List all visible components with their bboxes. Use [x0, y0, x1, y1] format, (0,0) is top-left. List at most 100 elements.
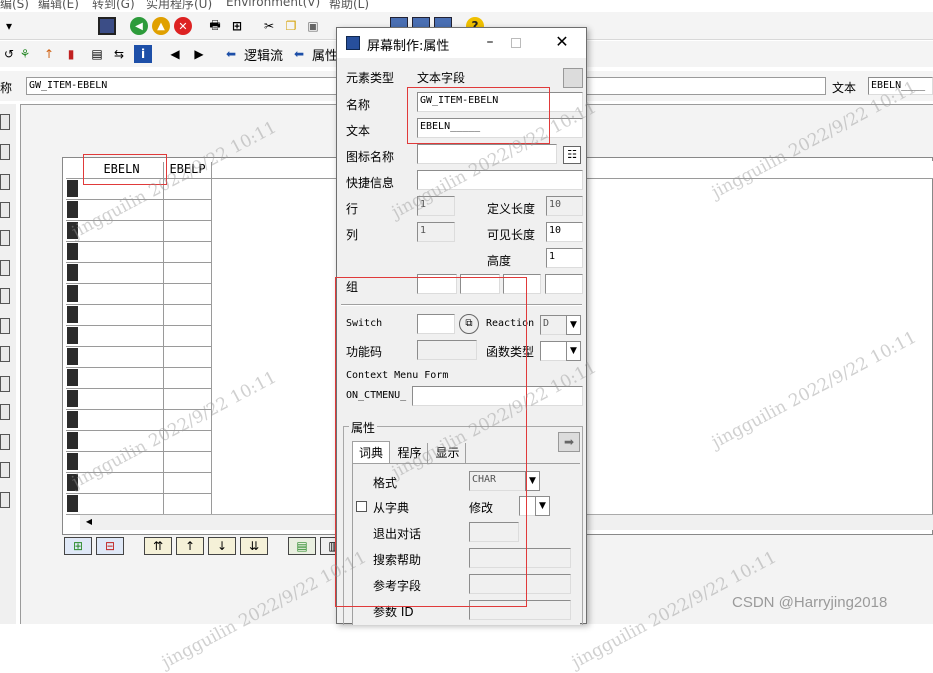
row-selector[interactable] [66, 347, 80, 368]
text-field[interactable]: EBELN____ [868, 77, 933, 95]
format-select[interactable]: CHAR [469, 471, 527, 491]
logic-flow-button[interactable]: 逻辑流 [244, 45, 283, 64]
menu-item-utilities[interactable]: 实用程序(U) [146, 0, 212, 12]
row-selector[interactable] [66, 410, 80, 431]
palette-tabstrip-icon[interactable] [0, 288, 10, 304]
height-input[interactable]: 1 [546, 248, 583, 268]
table-cell-ebeln[interactable] [80, 389, 164, 410]
row-selector[interactable] [66, 305, 80, 326]
delete-row-icon[interactable]: ⊟ [96, 537, 124, 555]
row-selector[interactable] [66, 179, 80, 200]
select-all-icon[interactable]: ▤ [288, 537, 316, 555]
palette-checkbox-icon[interactable] [0, 202, 10, 218]
row-selector[interactable] [66, 242, 80, 263]
transfer-icon[interactable]: ⇆ [110, 45, 128, 63]
table-cell-ebeln[interactable] [80, 242, 164, 263]
function-type-select[interactable] [540, 341, 568, 361]
scroll-left-icon[interactable]: ◀ [82, 517, 96, 529]
table-col-ebeln-header[interactable]: EBELN [80, 162, 164, 179]
menu-item-edit[interactable]: 编辑(E) [38, 0, 79, 12]
table-cell-ebelp[interactable] [164, 221, 212, 242]
group-input-1[interactable] [417, 274, 457, 294]
table-cell-ebelp[interactable] [164, 473, 212, 494]
upload-icon[interactable]: ↑ [40, 45, 58, 63]
palette-radio-icon[interactable] [0, 230, 10, 246]
menu-item-edit-s[interactable]: 编(S) [0, 0, 29, 12]
row-selector[interactable] [66, 368, 80, 389]
icon-name-input[interactable] [417, 144, 557, 164]
cut-icon[interactable]: ✂ [260, 17, 278, 35]
move-up-icon[interactable]: ↑ [176, 537, 204, 555]
screen-icon[interactable]: ▤ [88, 45, 106, 63]
table-col-ebelp-header[interactable]: EBELP [164, 162, 212, 179]
row-selector[interactable] [66, 326, 80, 347]
tab-program[interactable]: 程序 [392, 443, 428, 463]
arrow-left-attr-icon[interactable]: ⬅ [290, 45, 308, 63]
move-top-icon[interactable]: ⇈ [144, 537, 172, 555]
table-cell-ebeln[interactable] [80, 263, 164, 284]
group-input-2[interactable] [460, 274, 500, 294]
ref-field-input[interactable] [469, 574, 571, 594]
table-cell-ebelp[interactable] [164, 242, 212, 263]
row-selector[interactable] [66, 452, 80, 473]
context-menu-input[interactable] [412, 386, 583, 406]
maximize-icon[interactable] [511, 38, 521, 48]
switch-picker-icon[interactable]: ⧉ [459, 314, 479, 334]
format-dropdown-icon[interactable]: ▼ [525, 471, 540, 491]
table-cell-ebelp[interactable] [164, 284, 212, 305]
table-cell-ebeln[interactable] [80, 452, 164, 473]
table-cell-ebelp[interactable] [164, 431, 212, 452]
exit-dialog-input[interactable] [469, 522, 519, 542]
table-cell-ebeln[interactable] [80, 200, 164, 221]
table-cell-ebeln[interactable] [80, 431, 164, 452]
defined-length-input[interactable]: 10 [546, 196, 583, 216]
back-icon[interactable]: ◀ [130, 17, 148, 35]
table-cell-ebelp[interactable] [164, 452, 212, 473]
table-cell-ebeln[interactable] [80, 473, 164, 494]
table-cell-ebeln[interactable] [80, 326, 164, 347]
table-cell-ebeln[interactable] [80, 179, 164, 200]
table-cell-ebelp[interactable] [164, 305, 212, 326]
table-cell-ebelp[interactable] [164, 368, 212, 389]
palette-input-icon[interactable] [0, 174, 10, 190]
tab-scroll-right-icon[interactable]: ➡ [558, 432, 580, 452]
menu-item-goto[interactable]: 转到(G) [92, 0, 135, 12]
paste-icon[interactable]: ▣ [304, 17, 322, 35]
palette-custom-control-icon[interactable] [0, 462, 10, 478]
palette-table-wizard-icon[interactable] [0, 434, 10, 450]
name-input[interactable]: GW_ITEM-EBELN [417, 92, 583, 112]
move-bottom-icon[interactable]: ⇊ [240, 537, 268, 555]
insert-row-icon[interactable]: ⊞ [64, 537, 92, 555]
table-cell-ebeln[interactable] [80, 347, 164, 368]
line-input[interactable]: 1 [417, 196, 455, 216]
column-input[interactable]: 1 [417, 222, 455, 242]
table-cell-ebelp[interactable] [164, 494, 212, 515]
activate-icon[interactable]: ▮ [62, 45, 80, 63]
function-code-input[interactable] [417, 340, 477, 360]
group-input-4[interactable] [545, 274, 583, 294]
palette-tabstrip-wizard-icon[interactable] [0, 318, 10, 334]
table-cell-ebeln[interactable] [80, 410, 164, 431]
info-icon[interactable]: i [134, 45, 152, 63]
table-cell-ebelp[interactable] [164, 389, 212, 410]
reaction-dropdown-icon[interactable]: ▼ [566, 315, 581, 335]
copy-icon[interactable]: ❐ [282, 17, 300, 35]
table-cell-ebeln[interactable] [80, 284, 164, 305]
row-selector[interactable] [66, 431, 80, 452]
close-icon[interactable]: ✕ [553, 33, 571, 51]
table-cell-ebeln[interactable] [80, 368, 164, 389]
move-down-icon[interactable]: ↓ [208, 537, 236, 555]
text-input[interactable]: EBELN_____ [417, 118, 583, 138]
param-id-input[interactable] [469, 600, 571, 620]
table-cell-ebelp[interactable] [164, 410, 212, 431]
palette-button-icon[interactable] [0, 260, 10, 276]
reaction-select[interactable]: D [540, 315, 568, 335]
table-cell-ebeln[interactable] [80, 305, 164, 326]
modify-dropdown-icon[interactable]: ▼ [535, 496, 550, 516]
save-icon[interactable] [98, 17, 116, 35]
search-help-input[interactable] [469, 548, 571, 568]
cancel-icon[interactable]: ✕ [174, 17, 192, 35]
menu-item-help[interactable]: 帮助(L) [329, 0, 369, 12]
function-type-dropdown-icon[interactable]: ▼ [566, 341, 581, 361]
table-cell-ebelp[interactable] [164, 326, 212, 347]
